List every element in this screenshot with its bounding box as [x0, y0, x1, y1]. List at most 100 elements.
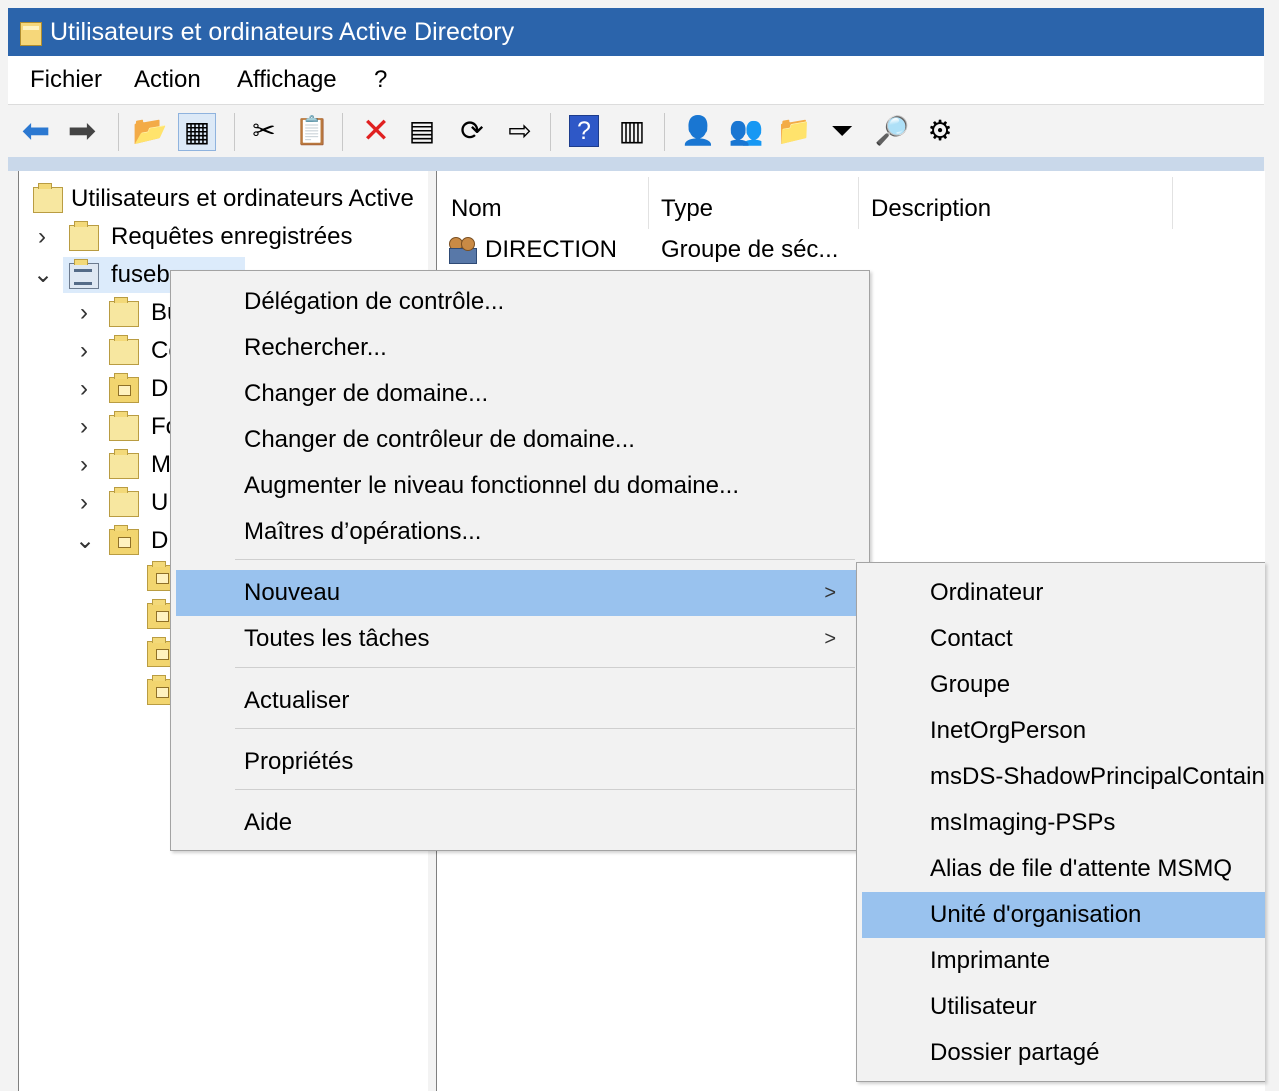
column-header-type[interactable]: Type	[661, 181, 851, 237]
up-folder-icon[interactable]: 📂	[132, 113, 168, 149]
submenu-msds-shadowprincipal[interactable]: msDS-ShadowPrincipalContain	[862, 754, 1265, 800]
forward-arrow-icon[interactable]: ➡	[64, 113, 100, 149]
tree-item-label: fuseb	[111, 261, 170, 288]
menu-label: Dossier partagé	[930, 1039, 1100, 1066]
chevron-right-icon[interactable]: ›	[75, 371, 93, 407]
submenu-dossier-partage[interactable]: Dossier partagé	[862, 1030, 1265, 1076]
ctx-rechercher[interactable]: Rechercher...	[176, 325, 856, 371]
filter-icon[interactable]: ⏷	[824, 113, 860, 149]
menu-affichage[interactable]: Affichage	[237, 66, 337, 94]
delete-icon[interactable]: ✕	[358, 113, 394, 149]
back-arrow-icon[interactable]: ⬅	[18, 113, 54, 149]
folder-icon	[109, 411, 139, 441]
help-icon[interactable]: ?	[566, 113, 602, 149]
export-list-icon[interactable]: ⇨	[502, 113, 538, 149]
context-menu: Délégation de contrôle... Rechercher... …	[170, 270, 870, 851]
new-group-icon[interactable]: 👥	[728, 113, 764, 149]
column-header-description[interactable]: Description	[871, 181, 1161, 237]
ctx-delegation-de-controle[interactable]: Délégation de contrôle...	[176, 279, 856, 325]
chevron-right-icon[interactable]: ›	[75, 409, 93, 445]
submenu-utilisateur[interactable]: Utilisateur	[862, 984, 1265, 1030]
toolbar-separator	[342, 113, 343, 151]
delegate-icon[interactable]: ⚙	[922, 113, 958, 149]
list-item-type: Groupe de séc...	[661, 236, 839, 263]
tree-root[interactable]: Utilisateurs et ordinateurs Active	[29, 181, 429, 217]
submenu-contact[interactable]: Contact	[862, 616, 1265, 662]
menu-label: Unité d'organisation	[930, 901, 1142, 928]
chevron-right-icon[interactable]: ›	[33, 219, 51, 255]
menu-label: Délégation de contrôle...	[244, 288, 505, 315]
column-header-name[interactable]: Nom	[451, 181, 641, 237]
cut-icon[interactable]: ✂	[246, 113, 282, 149]
menu-fichier[interactable]: Fichier	[30, 66, 102, 94]
column-separator[interactable]	[648, 177, 649, 229]
chevron-right-icon[interactable]: ›	[75, 447, 93, 483]
properties-icon[interactable]: ▤	[404, 113, 440, 149]
show-hide-console-tree-icon[interactable]: ▦	[178, 113, 216, 151]
menu-separator	[235, 789, 855, 790]
ctx-proprietes[interactable]: Propriétés	[176, 739, 856, 785]
table-row[interactable]: DIRECTION Groupe de séc...	[445, 231, 865, 269]
column-separator[interactable]	[1172, 177, 1173, 229]
menu-label: InetOrgPerson	[930, 717, 1087, 744]
ctx-maitres-operations[interactable]: Maîtres d’opérations...	[176, 509, 856, 555]
menu-label: Actualiser	[244, 687, 350, 714]
toolbar-separator	[234, 113, 235, 151]
new-ou-icon[interactable]: 📁	[776, 113, 812, 149]
tree-item-saved-queries[interactable]: › Requêtes enregistrées	[29, 219, 429, 255]
tree-item-label: Requêtes enregistrées	[111, 223, 353, 250]
ctx-aide[interactable]: Aide	[176, 800, 856, 846]
menu-label: Imprimante	[930, 947, 1051, 974]
submenu-groupe[interactable]: Groupe	[862, 662, 1265, 708]
menu-label: Ordinateur	[930, 579, 1044, 606]
ctx-toutes-les-taches[interactable]: Toutes les tâches >	[176, 616, 856, 662]
submenu-unite-organisation[interactable]: Unité d'organisation	[862, 892, 1265, 938]
menu-label: Changer de domaine...	[244, 380, 489, 407]
chevron-right-icon: >	[824, 628, 836, 650]
ctx-changer-de-controleur[interactable]: Changer de contrôleur de domaine...	[176, 417, 856, 463]
window-title: Utilisateurs et ordinateurs Active Direc…	[50, 18, 515, 46]
paste-icon[interactable]: 📋	[294, 113, 330, 149]
folder-icon	[109, 449, 139, 479]
ctx-actualiser[interactable]: Actualiser	[176, 678, 856, 724]
menu-label: msDS-ShadowPrincipalContain	[930, 763, 1265, 790]
chevron-down-icon[interactable]: ⌄	[33, 257, 53, 293]
submenu-ordinateur[interactable]: Ordinateur	[862, 570, 1265, 616]
menu-label: msImaging-PSPs	[930, 809, 1116, 836]
chevron-right-icon[interactable]: ›	[75, 485, 93, 521]
submenu-inetorgperson[interactable]: InetOrgPerson	[862, 708, 1265, 754]
menu-label: Changer de contrôleur de domaine...	[244, 426, 635, 453]
menu-label: Contact	[930, 625, 1013, 652]
chevron-down-icon[interactable]: ⌄	[75, 523, 95, 559]
ctx-nouveau[interactable]: Nouveau >	[176, 570, 856, 616]
show-action-pane-icon[interactable]: ▥	[614, 113, 650, 149]
new-user-icon[interactable]: 👤	[680, 113, 716, 149]
menu-action[interactable]: Action	[134, 66, 201, 94]
organizational-unit-icon	[109, 525, 139, 555]
ctx-changer-de-domaine[interactable]: Changer de domaine...	[176, 371, 856, 417]
refresh-icon[interactable]: ⟳	[454, 113, 490, 149]
menu-label: Utilisateur	[930, 993, 1037, 1020]
find-icon[interactable]: 🔎	[874, 113, 910, 149]
tree-root-label: Utilisateurs et ordinateurs Active	[71, 185, 414, 212]
folder-icon	[109, 487, 139, 517]
menu-label: Groupe	[930, 671, 1011, 698]
security-group-icon	[447, 235, 477, 264]
chevron-right-icon[interactable]: ›	[75, 333, 93, 369]
menu-separator	[235, 667, 855, 668]
submenu-msmq-alias[interactable]: Alias de file d'attente MSMQ	[862, 846, 1265, 892]
toolbar-separator	[550, 113, 551, 151]
toolbar-separator	[664, 113, 665, 151]
new-object-submenu: Ordinateur Contact Groupe InetOrgPerson …	[856, 562, 1265, 1082]
column-separator[interactable]	[858, 177, 859, 229]
ctx-augmenter-niveau[interactable]: Augmenter le niveau fonctionnel du domai…	[176, 463, 856, 509]
menu-help[interactable]: ?	[374, 66, 387, 94]
chevron-right-icon[interactable]: ›	[75, 295, 93, 331]
organizational-unit-icon	[109, 373, 139, 403]
submenu-imprimante[interactable]: Imprimante	[862, 938, 1265, 984]
directory-icon	[33, 183, 63, 213]
folder-icon	[109, 335, 139, 365]
menu-label: Rechercher...	[244, 334, 387, 361]
submenu-msimaging-psps[interactable]: msImaging-PSPs	[862, 800, 1265, 846]
tree-item-label: D	[151, 527, 169, 554]
